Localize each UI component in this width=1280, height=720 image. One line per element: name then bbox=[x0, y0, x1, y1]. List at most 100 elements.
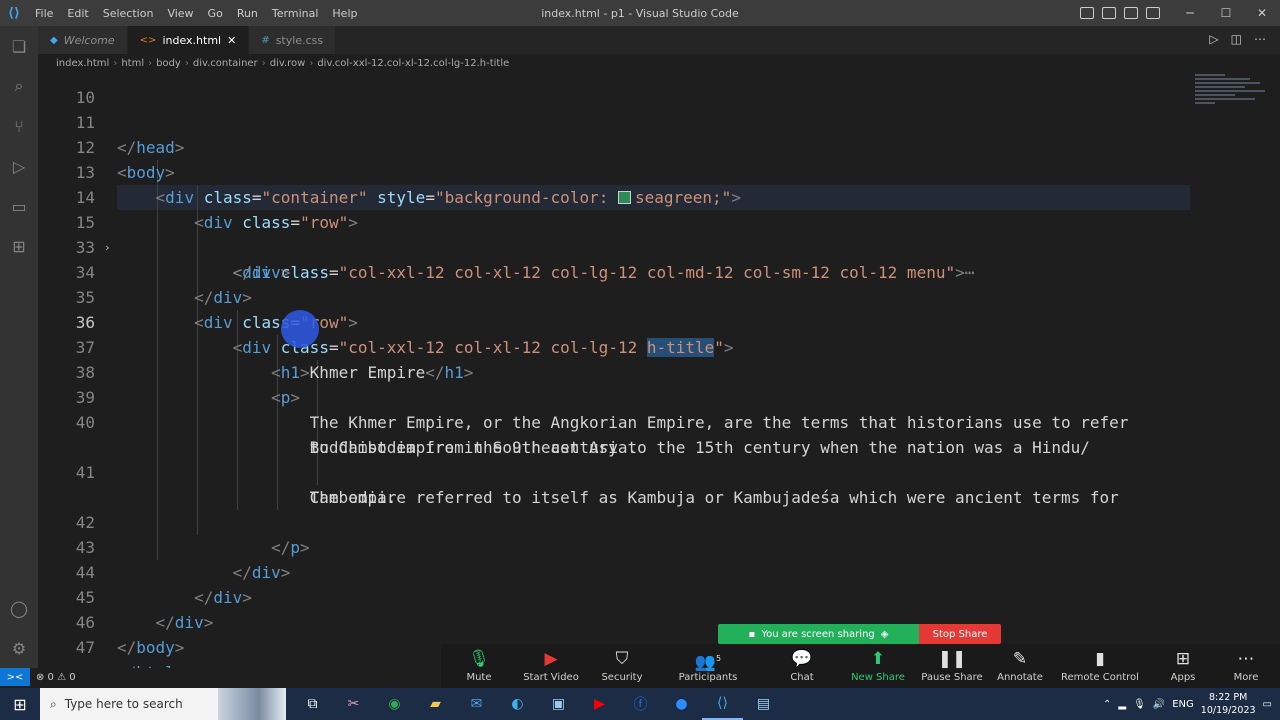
menu-selection[interactable]: Selection bbox=[96, 7, 161, 20]
vscode-icon: ◆ bbox=[50, 34, 58, 46]
tab-style-css[interactable]: # style.css bbox=[249, 26, 337, 54]
tab-index-html[interactable]: <> index.html ✕ bbox=[127, 26, 250, 54]
code-editor[interactable]: 10 11 </head> 12 <body> 13 <div class="c… bbox=[38, 72, 1280, 668]
volume-icon[interactable]: 🔊 bbox=[1153, 699, 1165, 710]
menu-help[interactable]: Help bbox=[325, 7, 364, 20]
customize-layout-icon[interactable] bbox=[1146, 7, 1160, 19]
menu-view[interactable]: View bbox=[160, 7, 200, 20]
pause-icon: ❚❚ bbox=[937, 649, 967, 669]
breadcrumb-item[interactable]: index.html bbox=[56, 58, 109, 69]
gear-icon[interactable]: ⚙ bbox=[9, 638, 29, 658]
clock[interactable]: 8:22 PM 10/19/2023 bbox=[1201, 691, 1256, 717]
breadcrumb-item[interactable]: div.container bbox=[193, 58, 258, 69]
run-debug-icon[interactable]: ▷ bbox=[9, 156, 29, 176]
chat-button[interactable]: 💬 Chat bbox=[777, 644, 827, 688]
mouse-cursor-highlight bbox=[281, 310, 319, 348]
taskbar-search-box[interactable]: ⌕ Type here to search bbox=[40, 688, 218, 720]
close-window-button[interactable]: ✕ bbox=[1244, 6, 1280, 20]
mail-icon[interactable]: ✉ bbox=[456, 688, 497, 720]
stop-share-button[interactable]: Stop Share bbox=[919, 624, 1001, 644]
store-icon[interactable]: ▣ bbox=[538, 688, 579, 720]
close-icon[interactable]: ✕ bbox=[227, 34, 236, 47]
windows-start-icon[interactable]: ⊞ bbox=[0, 688, 40, 720]
menu-terminal[interactable]: Terminal bbox=[265, 7, 326, 20]
edge-icon[interactable]: ◐ bbox=[497, 688, 538, 720]
code-line: 47 </html> bbox=[38, 610, 1280, 668]
video-off-icon: ▶ bbox=[544, 649, 558, 669]
code-line: 38 <p> bbox=[38, 335, 1280, 407]
apps-button[interactable]: ⊞ Apps bbox=[1165, 644, 1201, 688]
language-indicator[interactable]: ENG bbox=[1172, 699, 1194, 710]
annotate-button[interactable]: ✎ Annotate bbox=[996, 644, 1044, 688]
code-line: 40 to Cambodia from the 9th century to t… bbox=[38, 385, 1280, 457]
code-line: 11 </head> bbox=[38, 85, 1280, 157]
more-actions-icon[interactable]: ⋯ bbox=[1254, 32, 1266, 46]
problems-count[interactable]: ⊗ 0 ⚠ 0 bbox=[36, 672, 76, 683]
network-icon[interactable]: ▂ bbox=[1118, 699, 1126, 710]
system-tray: ⌃ ▂ 🎙 🔊 ENG 8:22 PM 10/19/2023 ▭ bbox=[1103, 688, 1280, 720]
breadcrumb-item[interactable]: body bbox=[156, 58, 181, 69]
more-button[interactable]: ⋯ More bbox=[1228, 644, 1264, 688]
breadcrumb-item[interactable]: div.col-xxl-12.col-xl-12.col-lg-12.h-tit… bbox=[317, 58, 509, 69]
menu-file[interactable]: File bbox=[28, 7, 60, 20]
remote-control-button[interactable]: ▮ Remote Control bbox=[1061, 644, 1139, 688]
notifications-icon[interactable]: ▭ bbox=[1263, 699, 1272, 710]
extensions-icon[interactable]: ⊞ bbox=[9, 236, 29, 256]
pause-share-button[interactable]: ❚❚ Pause Share bbox=[921, 644, 983, 688]
maximize-button[interactable]: ☐ bbox=[1208, 6, 1244, 20]
search-icon[interactable]: ⌕ bbox=[9, 76, 29, 96]
toggle-panel-icon[interactable] bbox=[1102, 7, 1116, 19]
toggle-secondary-sidebar-icon[interactable] bbox=[1124, 7, 1138, 19]
participants-icon: 👥5 bbox=[694, 652, 722, 673]
code-line: 14 <div class="row"> bbox=[38, 160, 1280, 232]
menu-go[interactable]: Go bbox=[201, 7, 230, 20]
code-line: 15 › <div class="col-xxl-12 col-xl-12 co… bbox=[38, 185, 1280, 282]
remote-explorer-icon[interactable]: ▭ bbox=[9, 196, 29, 216]
vscode-taskbar-icon[interactable]: ⟨⟩ bbox=[702, 688, 743, 720]
chrome-icon[interactable]: ◉ bbox=[374, 688, 415, 720]
participants-button[interactable]: 👥5 Participants bbox=[677, 644, 739, 688]
minimize-button[interactable]: ─ bbox=[1172, 6, 1208, 20]
code-line: 39 The Khmer Empire, or the Angkorian Em… bbox=[38, 360, 1280, 432]
youtube-icon[interactable]: ▶ bbox=[579, 688, 620, 720]
share-screen-icon: ▪ bbox=[748, 628, 756, 640]
code-line: 44 </div> bbox=[38, 535, 1280, 607]
task-view-icon[interactable]: ⧉ bbox=[292, 688, 333, 720]
shield-icon: ⛉ bbox=[615, 649, 629, 669]
snipping-tool-icon[interactable]: ✂ bbox=[333, 688, 374, 720]
menu-run[interactable]: Run bbox=[230, 7, 265, 20]
tab-label: style.css bbox=[275, 33, 324, 47]
tab-welcome[interactable]: ◆ Welcome bbox=[38, 26, 128, 54]
start-video-button[interactable]: ▶ Start Video bbox=[519, 644, 583, 688]
split-editor-icon[interactable]: ◫ bbox=[1231, 32, 1242, 46]
breadcrumb-item[interactable]: html bbox=[121, 58, 144, 69]
microphone-icon[interactable]: 🎙 bbox=[1133, 699, 1146, 710]
source-control-icon[interactable]: ⑂ bbox=[9, 116, 29, 136]
shield-icon: ◈ bbox=[880, 628, 889, 640]
toggle-primary-sidebar-icon[interactable] bbox=[1080, 7, 1094, 19]
explorer-icon[interactable]: ❏ bbox=[9, 36, 29, 56]
microphone-icon: 🎙 bbox=[468, 649, 490, 669]
remote-indicator[interactable]: >< bbox=[0, 668, 30, 686]
vscode-logo-icon: ⟨⟩ bbox=[8, 5, 20, 21]
code-line: 41 The empire referred to itself as Kamb… bbox=[38, 435, 1280, 507]
code-line: 12 <body> bbox=[38, 110, 1280, 182]
file-explorer-icon[interactable]: ▰ bbox=[415, 688, 456, 720]
facebook-icon[interactable]: ⓕ bbox=[620, 688, 661, 720]
code-line-current: 36 <div class="col-xxl-12 col-xl-12 col-… bbox=[38, 285, 1280, 357]
mute-button[interactable]: 🎙 Mute bbox=[455, 644, 503, 688]
new-share-button[interactable]: ⬆ New Share bbox=[849, 644, 907, 688]
zoom-icon[interactable]: ● bbox=[661, 688, 702, 720]
vertical-scrollbar[interactable] bbox=[1270, 72, 1280, 668]
line-number: 47 bbox=[75, 638, 95, 657]
run-file-icon[interactable]: ▷ bbox=[1209, 32, 1218, 46]
minimap[interactable] bbox=[1195, 72, 1270, 118]
security-button[interactable]: ⛉ Security bbox=[597, 644, 647, 688]
tab-label: index.html bbox=[162, 33, 222, 47]
chevron-up-icon[interactable]: ⌃ bbox=[1103, 699, 1111, 710]
menu-edit[interactable]: Edit bbox=[60, 7, 95, 20]
breadcrumb-item[interactable]: div.row bbox=[270, 58, 306, 69]
notepad-icon[interactable]: ▤ bbox=[743, 688, 784, 720]
accounts-icon[interactable]: ◯ bbox=[9, 598, 29, 618]
share-up-icon: ⬆ bbox=[870, 649, 886, 669]
